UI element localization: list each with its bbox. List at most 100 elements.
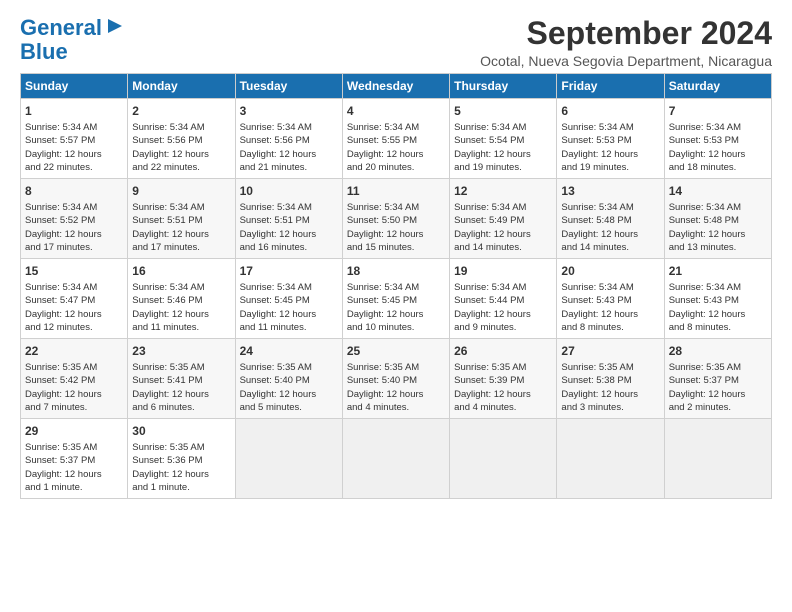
day-info-line: Sunset: 5:46 PM [132,294,230,307]
calendar-week-3: 15Sunrise: 5:34 AMSunset: 5:47 PMDayligh… [21,259,772,339]
calendar-cell: 29Sunrise: 5:35 AMSunset: 5:37 PMDayligh… [21,419,128,499]
day-info-line: Sunrise: 5:34 AM [240,121,338,134]
day-number: 30 [132,423,230,440]
day-info-line: Daylight: 12 hours [132,468,230,481]
calendar-cell [235,419,342,499]
day-info-line: and 21 minutes. [240,161,338,174]
day-info-line: Sunset: 5:41 PM [132,374,230,387]
calendar-cell [557,419,664,499]
day-info-line: Daylight: 12 hours [240,308,338,321]
day-info-line: Daylight: 12 hours [132,148,230,161]
day-info-line: Daylight: 12 hours [240,228,338,241]
day-info-line: Daylight: 12 hours [347,228,445,241]
day-number: 11 [347,183,445,200]
day-info-line: Sunrise: 5:34 AM [25,121,123,134]
day-info-line: Sunrise: 5:35 AM [240,361,338,374]
calendar-cell [450,419,557,499]
day-info-line: Daylight: 12 hours [454,308,552,321]
day-info-line: Daylight: 12 hours [669,228,767,241]
day-info-line: Daylight: 12 hours [25,228,123,241]
day-info-line: Sunrise: 5:34 AM [347,121,445,134]
day-number: 18 [347,263,445,280]
calendar-table: SundayMondayTuesdayWednesdayThursdayFrid… [20,73,772,499]
day-info-line: Sunrise: 5:34 AM [669,121,767,134]
day-info-line: Sunset: 5:56 PM [132,134,230,147]
day-info-line: and 4 minutes. [347,401,445,414]
logo-text-block: General Blue [20,16,124,64]
day-number: 25 [347,343,445,360]
logo-blue: Blue [20,40,68,64]
calendar-cell: 17Sunrise: 5:34 AMSunset: 5:45 PMDayligh… [235,259,342,339]
logo: General Blue [20,16,124,64]
day-info-line: and 14 minutes. [561,241,659,254]
calendar-cell: 7Sunrise: 5:34 AMSunset: 5:53 PMDaylight… [664,99,771,179]
day-info-line: Sunset: 5:43 PM [669,294,767,307]
calendar-cell: 25Sunrise: 5:35 AMSunset: 5:40 PMDayligh… [342,339,449,419]
day-info-line: Sunset: 5:42 PM [25,374,123,387]
day-info-line: Daylight: 12 hours [669,388,767,401]
day-info-line: Sunrise: 5:35 AM [25,361,123,374]
day-info-line: and 18 minutes. [669,161,767,174]
day-info-line: and 15 minutes. [347,241,445,254]
calendar-cell: 5Sunrise: 5:34 AMSunset: 5:54 PMDaylight… [450,99,557,179]
header-wednesday: Wednesday [342,74,449,99]
day-info-line: Sunset: 5:55 PM [347,134,445,147]
day-number: 8 [25,183,123,200]
title-block: September 2024 Ocotal, Nueva Segovia Dep… [480,16,772,69]
day-number: 21 [669,263,767,280]
day-info-line: and 14 minutes. [454,241,552,254]
day-info-line: Sunrise: 5:34 AM [454,201,552,214]
day-info-line: Sunrise: 5:35 AM [454,361,552,374]
day-number: 6 [561,103,659,120]
calendar-cell: 24Sunrise: 5:35 AMSunset: 5:40 PMDayligh… [235,339,342,419]
location-title: Ocotal, Nueva Segovia Department, Nicara… [480,53,772,69]
day-info-line: Daylight: 12 hours [454,228,552,241]
day-info-line: Daylight: 12 hours [132,228,230,241]
day-number: 22 [25,343,123,360]
day-info-line: Daylight: 12 hours [347,308,445,321]
day-info-line: Daylight: 12 hours [561,228,659,241]
day-info-line: and 7 minutes. [25,401,123,414]
day-info-line: Sunset: 5:48 PM [669,214,767,227]
day-info-line: Sunset: 5:57 PM [25,134,123,147]
day-info-line: and 2 minutes. [669,401,767,414]
day-info-line: Daylight: 12 hours [669,308,767,321]
day-info-line: and 5 minutes. [240,401,338,414]
day-info-line: Sunrise: 5:35 AM [132,361,230,374]
calendar-cell: 3Sunrise: 5:34 AMSunset: 5:56 PMDaylight… [235,99,342,179]
day-info-line: Sunset: 5:44 PM [454,294,552,307]
day-info-line: Daylight: 12 hours [561,308,659,321]
day-info-line: and 10 minutes. [347,321,445,334]
day-info-line: Sunset: 5:54 PM [454,134,552,147]
calendar-cell [342,419,449,499]
header-sunday: Sunday [21,74,128,99]
day-number: 12 [454,183,552,200]
logo-arrow-icon [106,17,124,35]
calendar-header-row: SundayMondayTuesdayWednesdayThursdayFrid… [21,74,772,99]
day-number: 29 [25,423,123,440]
day-info-line: and 1 minute. [25,481,123,494]
day-info-line: Sunrise: 5:34 AM [454,121,552,134]
day-info-line: and 13 minutes. [669,241,767,254]
day-info-line: Daylight: 12 hours [25,308,123,321]
day-number: 2 [132,103,230,120]
day-info-line: Sunrise: 5:35 AM [669,361,767,374]
calendar-cell: 1Sunrise: 5:34 AMSunset: 5:57 PMDaylight… [21,99,128,179]
day-number: 27 [561,343,659,360]
day-info-line: Sunset: 5:37 PM [669,374,767,387]
day-number: 13 [561,183,659,200]
day-info-line: Sunrise: 5:34 AM [669,281,767,294]
day-info-line: Sunrise: 5:34 AM [669,201,767,214]
calendar-week-4: 22Sunrise: 5:35 AMSunset: 5:42 PMDayligh… [21,339,772,419]
day-info-line: and 8 minutes. [561,321,659,334]
header-tuesday: Tuesday [235,74,342,99]
header-saturday: Saturday [664,74,771,99]
day-number: 19 [454,263,552,280]
header: General Blue September 2024 Ocotal, Nuev… [20,16,772,69]
day-info-line: Daylight: 12 hours [669,148,767,161]
day-info-line: Daylight: 12 hours [347,388,445,401]
day-info-line: and 19 minutes. [454,161,552,174]
day-info-line: and 22 minutes. [132,161,230,174]
calendar-week-2: 8Sunrise: 5:34 AMSunset: 5:52 PMDaylight… [21,179,772,259]
calendar-cell: 16Sunrise: 5:34 AMSunset: 5:46 PMDayligh… [128,259,235,339]
